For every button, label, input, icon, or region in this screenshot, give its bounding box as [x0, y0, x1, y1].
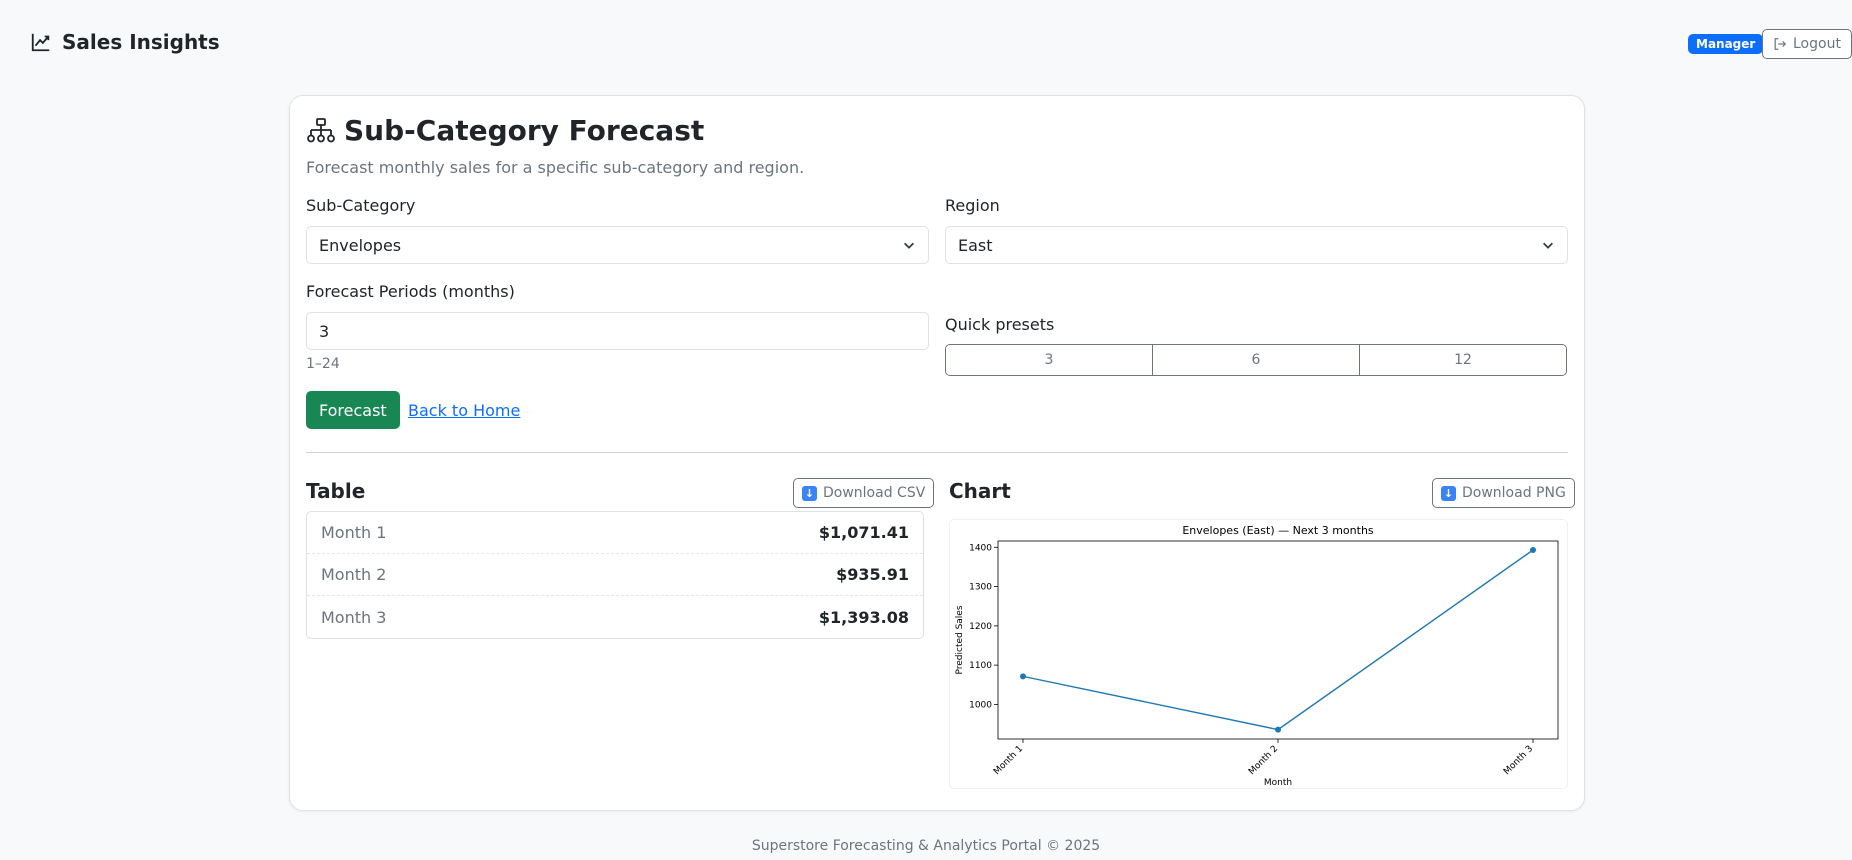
preset-6-button[interactable]: 6: [1153, 345, 1360, 375]
navbar: Sales Insights Manager Logout: [0, 0, 1852, 88]
x-tick-label: Month 3: [1502, 744, 1535, 777]
region-select[interactable]: East: [945, 226, 1568, 264]
subcategory-select[interactable]: Envelopes: [306, 226, 929, 264]
x-axis-label: Month: [1264, 778, 1292, 788]
chart-title: Envelopes (East) — Next 3 months: [1182, 524, 1374, 537]
page-subtitle: Forecast monthly sales for a specific su…: [306, 158, 805, 177]
download-icon: ↓: [802, 485, 817, 501]
footer: Superstore Forecasting & Analytics Porta…: [751, 838, 1101, 854]
preset-3-button[interactable]: 3: [946, 345, 1153, 375]
logout-button[interactable]: Logout: [1762, 29, 1852, 59]
y-tick-label: 1400: [969, 543, 992, 553]
row-month-label: Month 3: [321, 607, 387, 627]
diagram-icon: [307, 117, 335, 142]
y-tick-label: 1100: [969, 661, 992, 671]
logout-label: Logout: [1793, 36, 1841, 52]
row-sales-value: $1,071.41: [818, 523, 909, 542]
preset-group: 3 6 12: [945, 344, 1567, 376]
line-chart: Envelopes (East) — Next 3 months 1000 1100…: [955, 524, 1559, 788]
row-sales-value: $1,393.08: [818, 607, 909, 627]
row-month-label: Month 2: [321, 565, 387, 584]
chevron-down-icon: [904, 242, 914, 249]
chevron-down-icon: [1543, 242, 1553, 249]
download-icon: ↓: [1441, 485, 1456, 501]
download-csv-button[interactable]: ↓ Download CSV: [793, 478, 935, 508]
y-tick-label: 1300: [969, 583, 992, 593]
periods-value: 3: [319, 321, 330, 341]
y-tick-label: 1000: [969, 700, 992, 710]
table-row: Month 1 $1,071.41: [307, 512, 923, 554]
subcategory-value: Envelopes: [319, 235, 402, 255]
region-value: East: [958, 235, 993, 255]
graph-up-icon: [31, 33, 50, 52]
periods-label: Forecast Periods (months): [306, 282, 515, 301]
row-sales-value: $935.91: [836, 565, 909, 584]
periods-help: 1–24: [306, 356, 340, 372]
presets-label: Quick presets: [945, 315, 1055, 334]
x-tick-label: Month 2: [1247, 744, 1280, 777]
y-axis-label: Predicted Sales: [955, 605, 965, 674]
y-tick-label: 1200: [969, 622, 992, 632]
table-title: Table: [306, 479, 366, 503]
data-point: [1275, 726, 1281, 733]
download-png-label: Download PNG: [1462, 485, 1566, 501]
plot-frame: [997, 540, 1559, 740]
table-row: Month 3 $1,393.08: [307, 596, 923, 638]
subcategory-label: Sub-Category: [306, 196, 416, 215]
role-badge: Manager: [1688, 34, 1764, 54]
brand-label: Sales Insights: [62, 30, 220, 54]
page-title: Sub-Category Forecast: [306, 114, 704, 147]
table-row: Month 2 $935.91: [307, 554, 923, 596]
back-to-home-link[interactable]: Back to Home: [408, 401, 520, 420]
logout-icon: [1774, 38, 1787, 50]
row-month-label: Month 1: [321, 523, 387, 542]
chart-title: Chart: [949, 479, 1011, 503]
forecast-table: Month 1 $1,071.41 Month 2 $935.91 Month …: [306, 511, 924, 639]
data-point: [1530, 547, 1536, 554]
periods-input[interactable]: 3: [306, 312, 929, 350]
region-label: Region: [945, 196, 1000, 215]
forecast-card: Sub-Category Forecast Forecast monthly s…: [289, 95, 1585, 811]
download-csv-label: Download CSV: [823, 485, 926, 501]
forecast-chart: Envelopes (East) — Next 3 months 1000 1100…: [949, 519, 1568, 789]
series-line: [1022, 549, 1534, 731]
brand[interactable]: Sales Insights: [30, 30, 220, 54]
preset-12-button[interactable]: 12: [1360, 345, 1566, 375]
divider: [306, 452, 1568, 453]
forecast-button[interactable]: Forecast: [306, 391, 400, 429]
data-point: [1020, 673, 1026, 680]
download-png-button[interactable]: ↓ Download PNG: [1432, 478, 1575, 508]
page-title-text: Sub-Category Forecast: [344, 114, 705, 147]
x-tick-label: Month 1: [992, 744, 1025, 777]
